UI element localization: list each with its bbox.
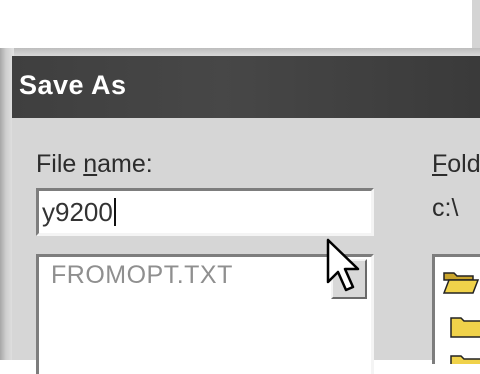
save-as-dialog: Save As File name: y9200 FROMOPT.TXT Fol… (12, 56, 480, 374)
folders-label: Fold (432, 150, 480, 178)
file-name-value: y9200 (42, 197, 113, 227)
mouse-pointer-icon (326, 238, 360, 292)
desktop-background (0, 0, 480, 55)
file-name-label: File name: (36, 150, 153, 178)
window-frame-top (0, 48, 480, 56)
list-item[interactable]: FROMOPT.TXT (51, 261, 233, 290)
text-caret (113, 198, 116, 226)
current-path: c:\ (432, 194, 459, 222)
open-folder-icon[interactable] (443, 269, 479, 295)
folder-icon[interactable] (449, 351, 480, 364)
dialog-body: File name: y9200 FROMOPT.TXT Fold c:\ (12, 118, 480, 374)
dialog-title-bar[interactable]: Save As (12, 56, 480, 118)
folder-tree[interactable] (432, 254, 480, 364)
folder-icon[interactable] (449, 313, 480, 339)
file-name-input[interactable]: y9200 (36, 188, 374, 236)
file-list[interactable]: FROMOPT.TXT (36, 254, 374, 374)
dialog-title: Save As (19, 70, 127, 100)
